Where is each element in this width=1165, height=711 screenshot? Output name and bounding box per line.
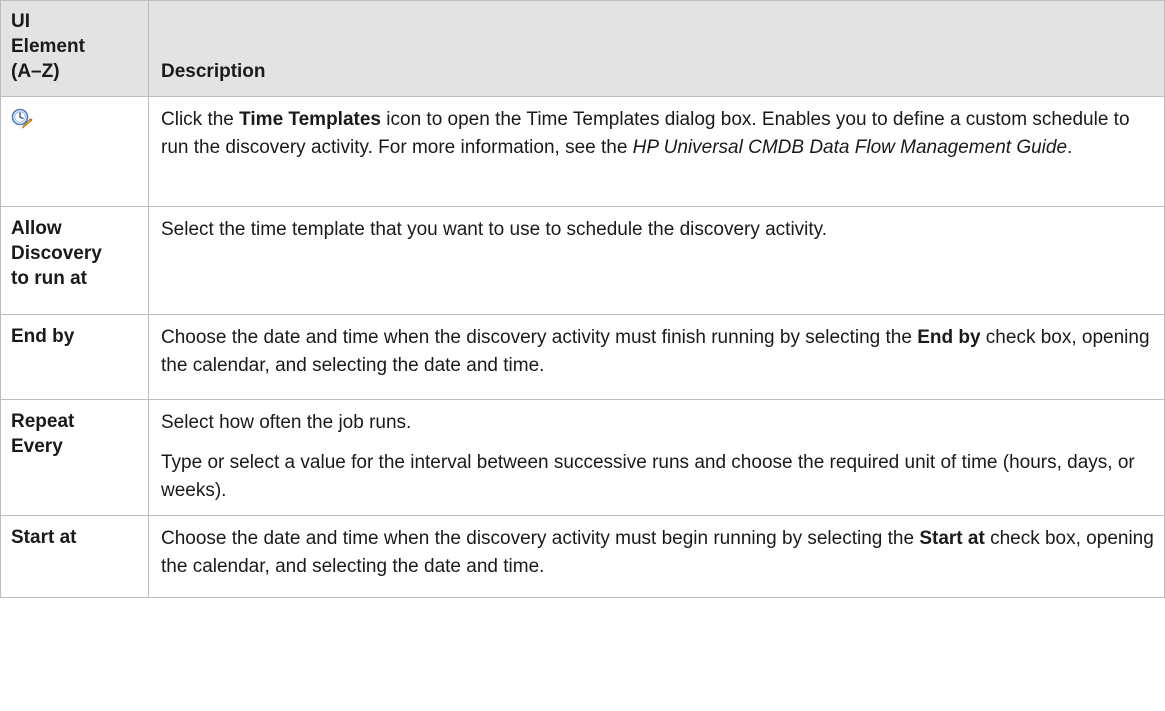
header-description: Description xyxy=(148,0,1165,97)
ui-element-cell xyxy=(0,96,149,207)
ui-element-line: Repeat xyxy=(11,411,75,432)
header-ui-element-line: Element xyxy=(11,36,85,57)
ui-element-cell: Allow Discovery to run at xyxy=(0,206,149,315)
table-row: End by Choose the date and time when the… xyxy=(0,314,1165,400)
ui-element-line: to run at xyxy=(11,268,87,289)
description-cell: Select the time template that you want t… xyxy=(148,206,1165,315)
table-row: Allow Discovery to run at Select the tim… xyxy=(0,206,1165,315)
description-text: Choose the date and time when the discov… xyxy=(161,324,1160,380)
description-cell: Choose the date and time when the discov… xyxy=(148,314,1165,400)
table-header-row: UI Element (A–Z) Description xyxy=(0,0,1165,97)
header-ui-element-line: UI xyxy=(11,11,30,32)
text-run: Click the xyxy=(161,109,240,130)
ui-element-cell: Repeat Every xyxy=(0,399,149,516)
table-row: Click the Time Templates icon to open th… xyxy=(0,96,1165,207)
description-text: Select the time template that you want t… xyxy=(161,219,828,240)
text-run: Choose the date and time when the discov… xyxy=(161,528,920,549)
ui-element-cell: End by xyxy=(0,314,149,400)
ui-element-cell: Start at xyxy=(0,515,149,598)
bold-term: Time Templates xyxy=(239,109,381,130)
time-templates-icon xyxy=(11,107,33,129)
description-text: Choose the date and time when the discov… xyxy=(161,525,1160,581)
description-text: Click the Time Templates icon to open th… xyxy=(161,106,1160,162)
ui-element-line: Discovery xyxy=(11,243,102,264)
description-cell: Choose the date and time when the discov… xyxy=(148,515,1165,598)
ui-elements-table: UI Element (A–Z) Description Click the T… xyxy=(0,0,1165,598)
ui-element-line: Every xyxy=(11,436,63,457)
header-ui-element: UI Element (A–Z) xyxy=(0,0,149,97)
table-row: Repeat Every Select how often the job ru… xyxy=(0,399,1165,516)
text-run: . xyxy=(1067,137,1073,158)
header-ui-element-line: (A–Z) xyxy=(11,61,60,82)
table-row: Start at Choose the date and time when t… xyxy=(0,515,1165,598)
description-text: Type or select a value for the interval … xyxy=(161,452,1135,501)
ui-element-line: Allow xyxy=(11,218,62,239)
description-cell: Click the Time Templates icon to open th… xyxy=(148,96,1165,207)
description-text: Select how often the job runs. xyxy=(161,412,412,433)
guide-title: HP Universal CMDB Data Flow Management G… xyxy=(632,137,1068,158)
bold-term: Start at xyxy=(919,528,985,549)
text-run: Choose the date and time when the discov… xyxy=(161,327,918,348)
bold-term: End by xyxy=(917,327,981,348)
description-cell: Select how often the job runs. Type or s… xyxy=(148,399,1165,516)
